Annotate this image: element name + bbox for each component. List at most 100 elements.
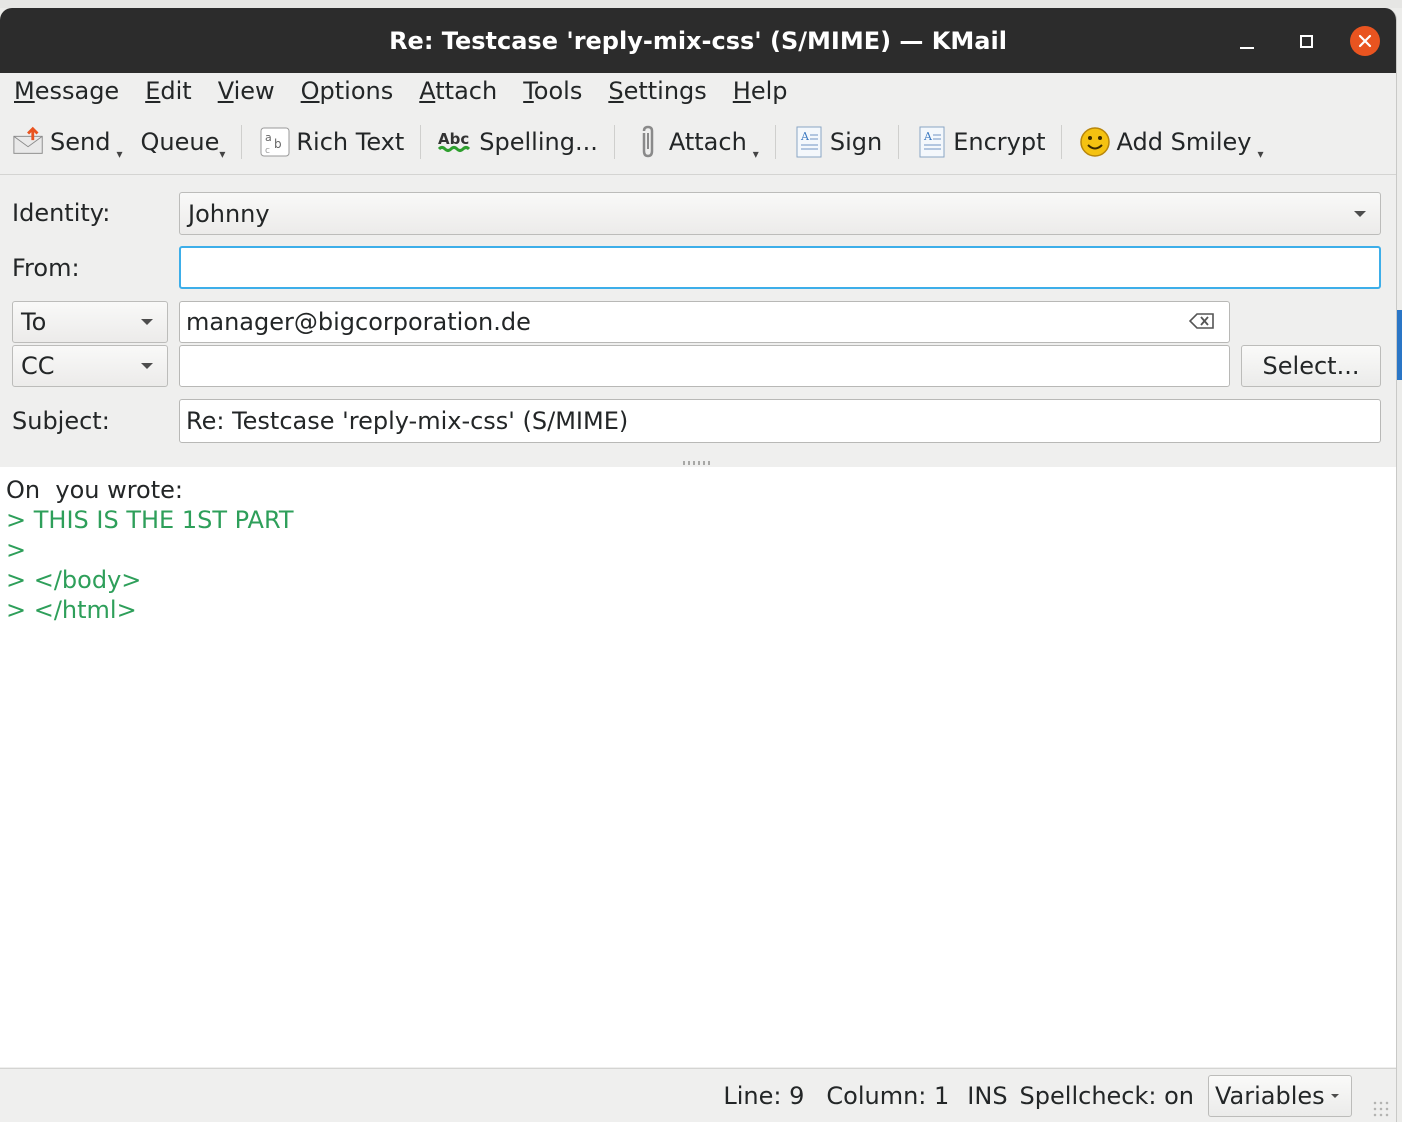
svg-text:A: A bbox=[800, 130, 810, 143]
subject-input[interactable]: Re: Testcase 'reply-mix-css' (S/MIME) bbox=[179, 399, 1381, 443]
attach-button[interactable]: Attach ▾ bbox=[627, 119, 763, 165]
encrypt-label: Encrypt bbox=[953, 127, 1046, 156]
subject-value: Re: Testcase 'reply-mix-css' (S/MIME) bbox=[186, 407, 629, 435]
menu-mnemonic: A bbox=[419, 77, 436, 105]
chevron-down-icon bbox=[1331, 1093, 1339, 1098]
rich-text-label: Rich Text bbox=[296, 127, 405, 156]
identity-combo[interactable]: Johnny bbox=[179, 192, 1381, 235]
status-bar: Line: 9 Column: 1 INS Spellcheck: on Var… bbox=[0, 1068, 1396, 1122]
menu-label-rest: ettings bbox=[623, 77, 707, 105]
toolbar-separator bbox=[1061, 124, 1063, 159]
menu-tools[interactable]: Tools bbox=[523, 77, 582, 105]
cc-input[interactable] bbox=[179, 345, 1230, 387]
menu-edit[interactable]: Edit bbox=[145, 77, 191, 105]
svg-text:b: b bbox=[274, 137, 282, 151]
quoted-line: > </body> bbox=[6, 566, 142, 594]
menu-mnemonic: M bbox=[14, 77, 35, 105]
encrypt-button[interactable]: A Encrypt bbox=[911, 119, 1049, 165]
splitter-handle[interactable] bbox=[683, 461, 713, 465]
menu-label-rest: iew bbox=[233, 77, 275, 105]
menu-label-rest: dit bbox=[160, 77, 192, 105]
minimize-icon bbox=[1240, 47, 1254, 49]
recipient-type-label: To bbox=[21, 308, 47, 336]
menu-bar: Message Edit View Options Attach Tools S… bbox=[0, 73, 1396, 109]
identity-label: Identity: bbox=[12, 199, 111, 227]
close-button[interactable] bbox=[1350, 26, 1380, 56]
message-body-editor[interactable]: On you wrote: > THIS IS THE 1ST PART > >… bbox=[0, 467, 1396, 1067]
menu-attach[interactable]: Attach bbox=[419, 77, 497, 105]
send-mail-icon bbox=[12, 125, 46, 159]
send-button[interactable]: Send ▾ bbox=[8, 119, 126, 165]
svg-text:a: a bbox=[265, 131, 272, 144]
from-label: From: bbox=[12, 254, 80, 282]
sign-label: Sign bbox=[829, 127, 883, 156]
smiley-icon bbox=[1078, 125, 1112, 159]
queue-label: Queue bbox=[140, 127, 220, 156]
sign-button[interactable]: A Sign bbox=[788, 119, 886, 165]
menu-help[interactable]: Help bbox=[733, 77, 788, 105]
recipient-type-label: CC bbox=[21, 352, 55, 380]
title-bar[interactable]: Re: Testcase 'reply-mix-css' (S/MIME) — … bbox=[0, 8, 1396, 73]
variables-button[interactable]: Variables bbox=[1208, 1074, 1352, 1117]
insert-mode: INS bbox=[967, 1081, 1008, 1110]
menu-mnemonic: H bbox=[732, 77, 751, 105]
minimize-button[interactable] bbox=[1232, 26, 1262, 56]
recipient-type-cc[interactable]: CC bbox=[12, 345, 168, 387]
rich-text-icon: abc bbox=[258, 125, 292, 159]
menu-mnemonic: S bbox=[608, 77, 624, 105]
menu-view[interactable]: View bbox=[218, 77, 275, 105]
menu-label-rest: essage bbox=[34, 77, 120, 105]
spelling-button[interactable]: Abc Spelling... bbox=[433, 119, 602, 165]
window-title: Re: Testcase 'reply-mix-css' (S/MIME) — … bbox=[389, 26, 1007, 55]
close-icon bbox=[1358, 34, 1372, 48]
menu-label-rest: ttach bbox=[435, 77, 498, 105]
menu-mnemonic: V bbox=[217, 77, 234, 105]
to-value: manager@bigcorporation.de bbox=[186, 308, 531, 336]
chevron-down-icon bbox=[141, 363, 153, 369]
svg-text:A: A bbox=[923, 130, 933, 143]
chevron-down-icon[interactable]: ▾ bbox=[116, 147, 122, 161]
menu-message[interactable]: Message bbox=[14, 77, 119, 105]
maximize-icon bbox=[1299, 34, 1313, 48]
select-recipients-button[interactable]: Select... bbox=[1241, 345, 1381, 387]
encrypt-document-icon: A bbox=[915, 125, 949, 159]
chevron-down-icon[interactable]: ▾ bbox=[753, 147, 759, 161]
subject-label: Subject: bbox=[12, 407, 110, 435]
menu-options[interactable]: Options bbox=[301, 77, 394, 105]
menu-settings[interactable]: Settings bbox=[608, 77, 706, 105]
resize-grip[interactable] bbox=[1372, 1100, 1390, 1118]
add-smiley-label: Add Smiley bbox=[1116, 127, 1252, 156]
queue-button[interactable]: Queue ▾ bbox=[136, 119, 229, 165]
menu-mnemonic: O bbox=[300, 77, 320, 105]
maximize-button[interactable] bbox=[1291, 26, 1321, 56]
chevron-down-icon[interactable]: ▾ bbox=[1258, 147, 1264, 161]
attach-label: Attach bbox=[668, 127, 747, 156]
svg-text:Abc: Abc bbox=[438, 130, 469, 148]
toolbar-separator bbox=[241, 124, 243, 159]
send-label: Send bbox=[50, 127, 111, 156]
chevron-down-icon bbox=[141, 319, 153, 325]
toolbar-separator bbox=[898, 124, 900, 159]
clear-text-icon[interactable] bbox=[1188, 308, 1215, 336]
quoted-line: > THIS IS THE 1ST PART bbox=[6, 506, 294, 534]
chevron-down-icon[interactable]: ▾ bbox=[219, 147, 225, 161]
toolbar: Send ▾ Queue ▾ abc Rich Text Abc Spellin… bbox=[0, 109, 1396, 175]
menu-mnemonic: T bbox=[523, 77, 534, 105]
spellcheck-status: Spellcheck: on bbox=[1019, 1081, 1194, 1110]
variables-label: Variables bbox=[1215, 1081, 1325, 1110]
svg-text:c: c bbox=[265, 146, 270, 156]
cursor-line: Line: 9 bbox=[723, 1081, 805, 1110]
paperclip-icon bbox=[631, 125, 665, 159]
to-input[interactable]: manager@bigcorporation.de bbox=[179, 301, 1230, 343]
toolbar-separator bbox=[613, 124, 615, 159]
toolbar-separator bbox=[774, 124, 776, 159]
add-smiley-button[interactable]: Add Smiley ▾ bbox=[1074, 119, 1267, 165]
chevron-down-icon bbox=[1354, 210, 1366, 217]
identity-value: Johnny bbox=[188, 199, 270, 228]
recipient-type-to[interactable]: To bbox=[12, 301, 168, 343]
reply-intro-line: On you wrote: bbox=[6, 476, 183, 504]
from-input[interactable] bbox=[179, 246, 1381, 289]
spellcheck-icon: Abc bbox=[437, 125, 475, 159]
rich-text-button[interactable]: abc Rich Text bbox=[254, 119, 408, 165]
message-header-form: Identity: Johnny From: To manager@bigcor… bbox=[0, 175, 1396, 468]
